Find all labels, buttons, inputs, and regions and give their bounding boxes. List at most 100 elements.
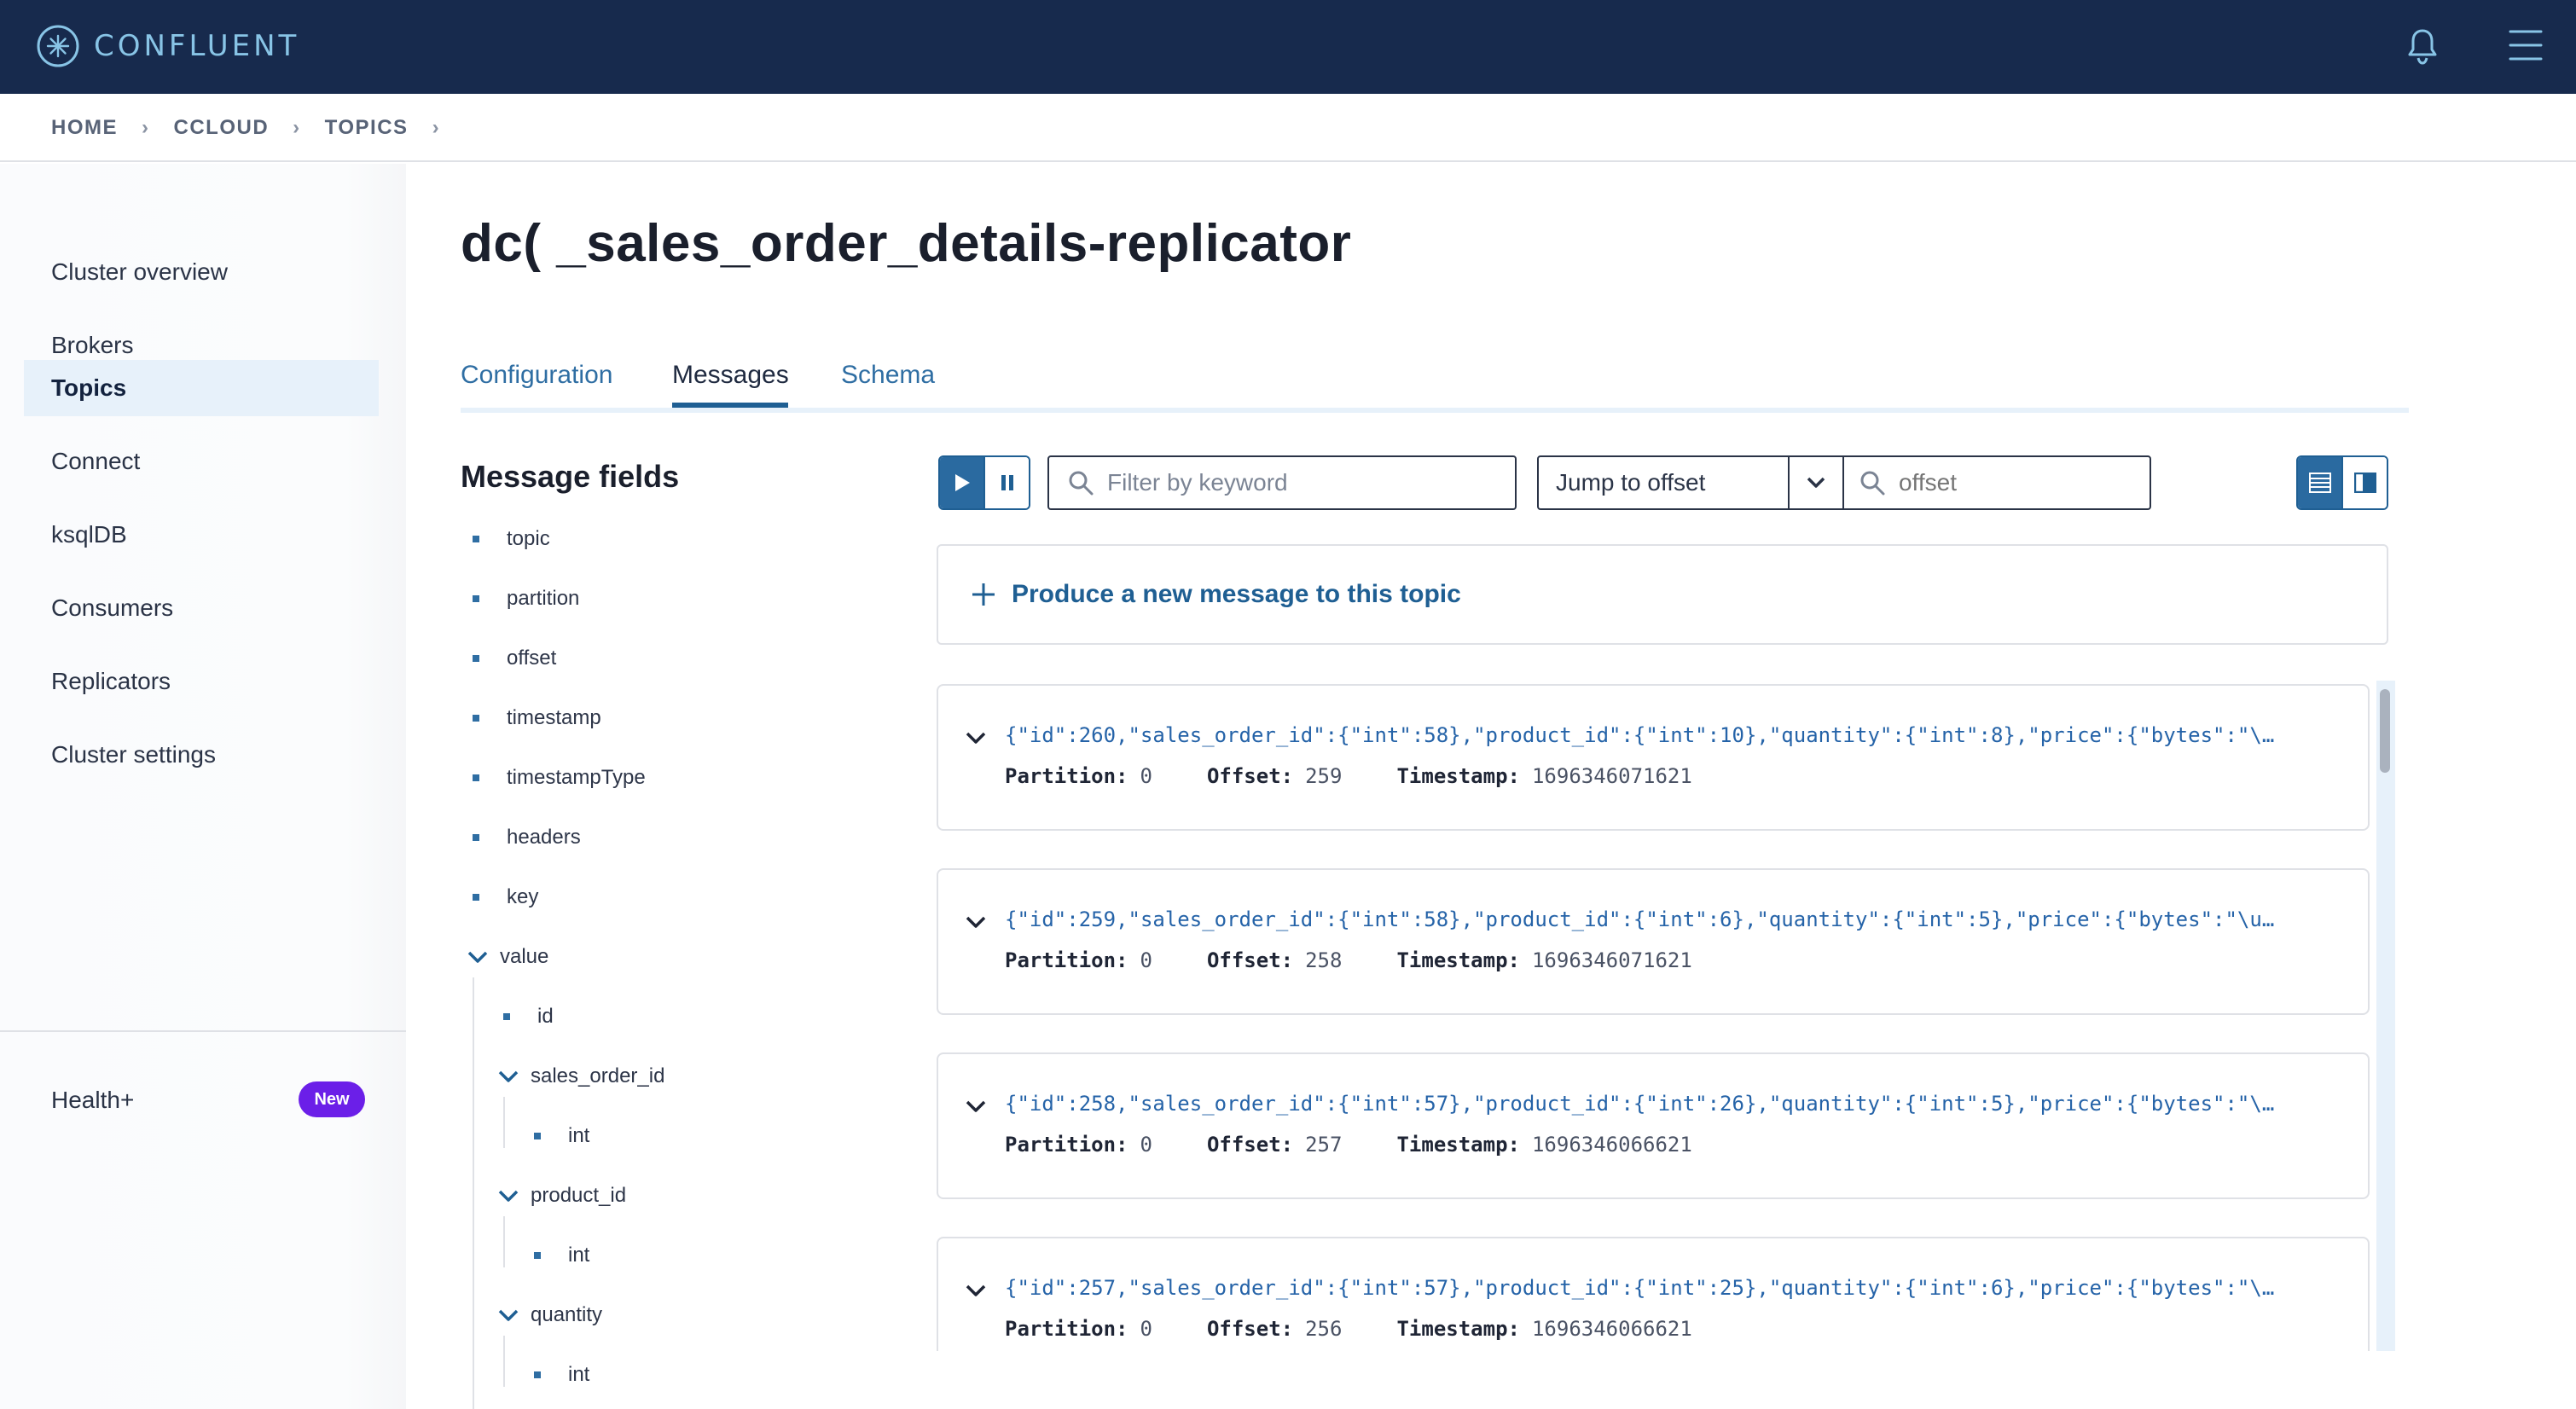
message-value: {"id":257,"sales_order_id":{"int":57},"p… bbox=[1005, 1276, 2275, 1300]
page-title: dc( _sales_order_details-replicator bbox=[461, 214, 1352, 273]
sidebar-item-cluster-settings[interactable]: Cluster settings bbox=[24, 727, 379, 783]
sidebar-item-label: Brokers bbox=[51, 332, 134, 358]
field-timestamp[interactable]: timestamp bbox=[473, 706, 601, 730]
timestamp-value: 1696346071621 bbox=[1531, 948, 1692, 972]
breadcrumb-ccloud[interactable]: CCLOUD bbox=[174, 116, 270, 140]
timestamp-label: Timestamp: bbox=[1396, 764, 1520, 788]
field-label: partition bbox=[507, 587, 580, 610]
sidebar-item-label: Connect bbox=[51, 448, 141, 474]
breadcrumb-bar: HOME › CCLOUD › TOPICS › bbox=[0, 94, 2576, 162]
hamburger-menu-icon[interactable] bbox=[2508, 27, 2544, 63]
tree-guide bbox=[503, 1216, 505, 1267]
list-view-icon bbox=[2308, 473, 2331, 493]
breadcrumb: HOME › CCLOUD › TOPICS › bbox=[51, 116, 464, 140]
message-value: {"id":259,"sales_order_id":{"int":58},"p… bbox=[1005, 907, 2275, 931]
breadcrumb-topics[interactable]: TOPICS bbox=[325, 116, 409, 140]
confluent-logo[interactable]: CONFLUENT bbox=[36, 24, 299, 68]
field-value-id[interactable]: id bbox=[503, 1005, 554, 1029]
field-label: value bbox=[500, 945, 549, 968]
confluent-logo-icon bbox=[37, 25, 79, 67]
timestamp-label: Timestamp: bbox=[1396, 948, 1520, 972]
field-partition[interactable]: partition bbox=[473, 587, 579, 611]
field-timestamp-type[interactable]: timestampType bbox=[473, 766, 646, 790]
partition-value: 0 bbox=[1140, 1317, 1152, 1341]
field-quantity[interactable]: quantity bbox=[496, 1303, 602, 1327]
field-product-id[interactable]: product_id bbox=[496, 1184, 626, 1208]
field-product-id-int[interactable]: int bbox=[534, 1244, 589, 1267]
sidebar-item-ksqldb[interactable]: ksqlDB bbox=[24, 507, 379, 563]
bullet bbox=[473, 894, 479, 901]
field-offset[interactable]: offset bbox=[473, 647, 556, 670]
chevron-down-icon[interactable] bbox=[964, 1099, 988, 1116]
filter-keyword-input[interactable] bbox=[1107, 469, 1515, 496]
search-icon bbox=[1860, 471, 1885, 496]
active-tab-indicator bbox=[672, 403, 788, 408]
timestamp-label: Timestamp: bbox=[1396, 1317, 1520, 1341]
pause-button[interactable] bbox=[983, 457, 1029, 508]
bullet bbox=[473, 774, 479, 781]
field-sales-order-id-int[interactable]: int bbox=[534, 1124, 589, 1148]
jump-to-offset-select[interactable]: Jump to offset bbox=[1537, 455, 1844, 510]
jump-to-offset-label: Jump to offset bbox=[1539, 457, 1790, 508]
field-label: id bbox=[537, 1005, 554, 1028]
chevron-down-icon[interactable] bbox=[496, 1187, 520, 1204]
sidebar-item-consumers[interactable]: Consumers bbox=[24, 580, 379, 636]
sidebar-item-connect[interactable]: Connect bbox=[24, 433, 379, 490]
field-label: int bbox=[568, 1124, 590, 1147]
message-row[interactable]: {"id":258,"sales_order_id":{"int":57},"p… bbox=[937, 1052, 2370, 1199]
field-key[interactable]: key bbox=[473, 885, 538, 909]
sidebar-item-health-plus[interactable]: Health+ bbox=[51, 1087, 134, 1114]
field-label: product_id bbox=[531, 1184, 627, 1207]
chevron-down-icon[interactable] bbox=[964, 914, 988, 931]
sidebar: Cluster overview Brokers Topics Connect … bbox=[0, 164, 406, 1409]
message-scrollbar-thumb[interactable] bbox=[2380, 689, 2390, 773]
chevron-down-icon[interactable] bbox=[964, 730, 988, 747]
offset-value: 259 bbox=[1305, 764, 1343, 788]
tab-schema[interactable]: Schema bbox=[841, 357, 935, 413]
sidebar-item-cluster-overview[interactable]: Cluster overview bbox=[24, 244, 379, 300]
field-headers[interactable]: headers bbox=[473, 826, 581, 849]
split-view-icon bbox=[2353, 473, 2376, 493]
sidebar-item-label: Cluster overview bbox=[51, 258, 228, 285]
sidebar-divider bbox=[0, 1030, 406, 1032]
partition-value: 0 bbox=[1140, 948, 1152, 972]
breadcrumb-separator: › bbox=[142, 116, 150, 139]
message-row[interactable]: {"id":259,"sales_order_id":{"int":58},"p… bbox=[937, 868, 2370, 1015]
jump-dropdown-toggle[interactable] bbox=[1790, 457, 1842, 508]
message-scrollbar[interactable] bbox=[2376, 681, 2395, 1351]
message-meta: Partition: 0 Offset: 257 Timestamp: 1696346… bbox=[1005, 1133, 1747, 1157]
logo-text: CONFLUENT bbox=[94, 29, 300, 63]
message-meta: Partition: 0 Offset: 256 Timestamp: 1696346… bbox=[1005, 1317, 1747, 1341]
sidebar-item-topics[interactable]: Topics bbox=[24, 360, 379, 416]
bullet bbox=[473, 536, 479, 542]
field-quantity-int[interactable]: int bbox=[534, 1363, 589, 1387]
message-row[interactable]: {"id":260,"sales_order_id":{"int":58},"p… bbox=[937, 684, 2370, 831]
breadcrumb-home[interactable]: HOME bbox=[51, 116, 118, 140]
chevron-down-icon[interactable] bbox=[496, 1068, 520, 1085]
chevron-down-icon[interactable] bbox=[466, 948, 490, 965]
message-fields-title: Message fields bbox=[461, 459, 680, 494]
sidebar-item-replicators[interactable]: Replicators bbox=[24, 653, 379, 710]
field-sales-order-id[interactable]: sales_order_id bbox=[496, 1064, 664, 1088]
field-label: offset bbox=[507, 647, 557, 670]
field-label: timestamp bbox=[507, 706, 601, 729]
message-value: {"id":258,"sales_order_id":{"int":57},"p… bbox=[1005, 1092, 2275, 1116]
produce-message-button[interactable]: Produce a new message to this topic bbox=[937, 544, 2388, 645]
offset-input[interactable] bbox=[1899, 469, 2150, 496]
timestamp-value: 1696346066621 bbox=[1531, 1133, 1692, 1157]
tab-configuration[interactable]: Configuration bbox=[461, 357, 612, 413]
timestamp-value: 1696346071621 bbox=[1531, 764, 1692, 788]
message-row[interactable]: {"id":257,"sales_order_id":{"int":57},"p… bbox=[937, 1237, 2370, 1351]
message-list[interactable]: {"id":260,"sales_order_id":{"int":58},"p… bbox=[937, 681, 2399, 1351]
play-button[interactable] bbox=[940, 457, 983, 508]
chevron-down-icon[interactable] bbox=[964, 1283, 988, 1300]
field-value[interactable]: value bbox=[466, 945, 548, 969]
bell-icon[interactable] bbox=[2405, 26, 2440, 67]
chevron-down-icon[interactable] bbox=[496, 1307, 520, 1324]
split-view-button[interactable] bbox=[2341, 457, 2387, 508]
bullet bbox=[473, 595, 479, 602]
sidebar-item-label: Cluster settings bbox=[51, 741, 216, 768]
field-topic[interactable]: topic bbox=[473, 527, 550, 551]
field-label: topic bbox=[507, 527, 550, 550]
list-view-button[interactable] bbox=[2298, 457, 2341, 508]
